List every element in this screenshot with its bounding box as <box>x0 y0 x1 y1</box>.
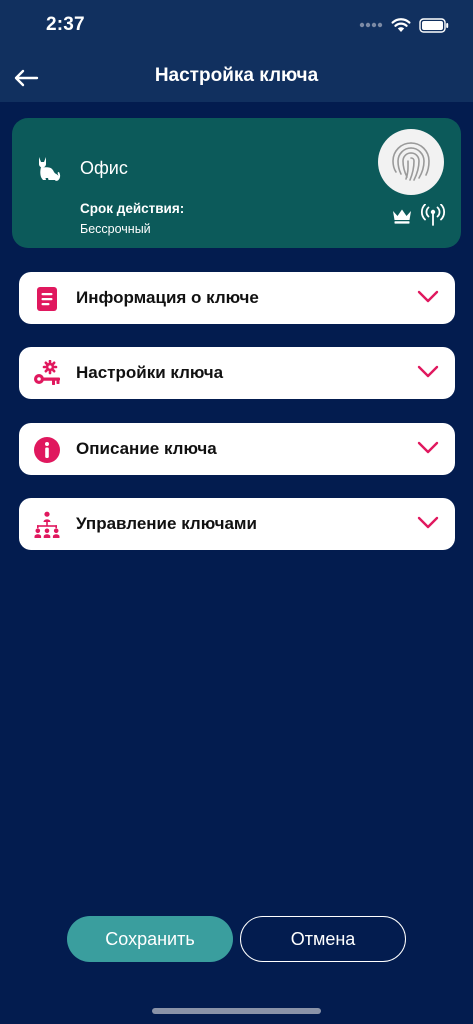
section-label: Настройки ключа <box>76 363 224 382</box>
key-name: Офис <box>80 158 128 178</box>
home-indicator[interactable] <box>152 1008 321 1014</box>
section-key-management[interactable]: Управление ключами <box>19 498 455 550</box>
page-title: Настройка ключа <box>154 65 319 86</box>
chevron-down-icon <box>417 516 439 529</box>
document-icon <box>37 287 57 311</box>
chevron-down-icon <box>417 365 439 378</box>
section-label: Управление ключами <box>76 514 257 533</box>
fingerprint-icon <box>392 142 430 181</box>
save-button[interactable]: Сохранить <box>67 916 233 962</box>
crown-icon <box>393 209 411 224</box>
cancel-button[interactable]: Отмена <box>240 916 406 962</box>
cat-icon <box>39 157 61 181</box>
validity-label: Срок действия: <box>80 201 185 216</box>
hierarchy-icon <box>34 511 60 538</box>
section-key-description[interactable]: Описание ключа <box>19 423 455 475</box>
status-time: 2:37 <box>46 14 85 35</box>
fingerprint-badge <box>378 129 444 195</box>
status-icons <box>359 14 449 36</box>
wifi-icon <box>391 18 411 32</box>
battery-icon <box>419 17 449 33</box>
section-key-settings[interactable]: Настройки ключа <box>19 347 455 399</box>
nav-bar: Настройка ключа <box>0 52 473 102</box>
chevron-down-icon <box>417 441 439 454</box>
key-card[interactable]: Офис Срок действия: Бессрочный <box>12 118 461 248</box>
section-label: Информация о ключе <box>76 288 259 307</box>
cellular-dots-icon <box>359 22 383 28</box>
validity-value: Бессрочный <box>80 222 151 236</box>
section-label: Описание ключа <box>76 439 217 458</box>
section-key-info[interactable]: Информация о ключе <box>19 272 455 324</box>
key-gear-icon <box>34 360 60 385</box>
status-bar: 2:37 <box>0 0 473 52</box>
nfc-antenna-icon <box>421 204 445 226</box>
chevron-down-icon <box>417 290 439 303</box>
info-icon <box>34 437 60 463</box>
